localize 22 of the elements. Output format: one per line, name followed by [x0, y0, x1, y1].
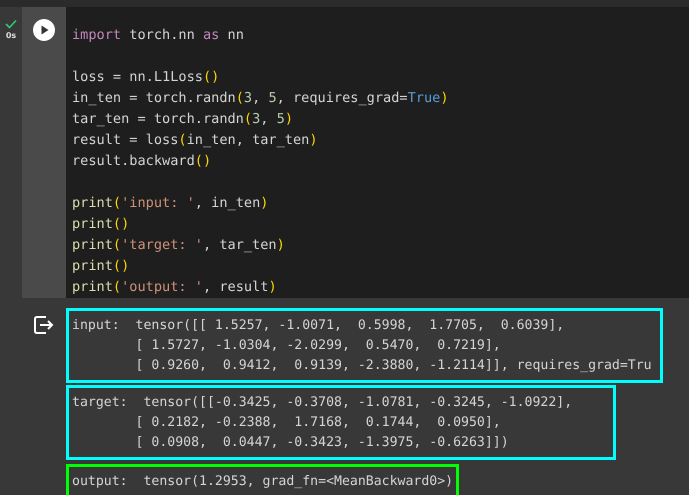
output-line: input: tensor([[ 1.5257, -1.0071, 0.5998, 1.7705, 0.6039], [72, 317, 566, 335]
output-line: [ 0.2182, -0.2388, 1.7168, 0.1744, 0.0950], [134, 414, 502, 432]
code-line: result = loss(in_ten, tar_ten) [72, 132, 318, 148]
code-line: loss = nn.L1Loss() [72, 69, 220, 85]
code-line: print() [72, 258, 130, 274]
code-editor[interactable] [66, 7, 689, 298]
code-line: print('input: ', in_ten) [72, 195, 268, 211]
output-icon[interactable] [34, 316, 54, 334]
code-line: result.backward() [72, 153, 212, 169]
execution-time: 0s [6, 31, 16, 40]
code-line: print('output: ', result) [72, 279, 277, 295]
code-line: print() [72, 216, 130, 232]
code-line: import torch.nn as nn [72, 27, 244, 43]
output-line: [ 0.9260, 0.9412, 0.9139, -2.3880, -1.2114]], requires_grad=Tru [134, 357, 653, 375]
code-line: print('target: ', tar_ten) [72, 237, 285, 253]
output-line: [ 1.5727, -1.0304, -2.0299, 0.5470, 0.7219], [134, 337, 502, 355]
code-line: in_ten = torch.randn(3, 5, requires_grad=True) [72, 90, 449, 106]
code-line: tar_ten = torch.randn(3, 5) [72, 111, 293, 127]
output-line: output: tensor(1.2953, grad_fn=<MeanBackward0>) [72, 473, 454, 491]
output-line: [ 0.0908, 0.0447, -0.3423, -1.3975, -0.6263]]) [134, 434, 510, 452]
run-button[interactable] [33, 19, 55, 41]
output-line: target: tensor([[-0.3425, -0.3708, -1.0781, -0.3245, -1.0922], [72, 394, 574, 412]
